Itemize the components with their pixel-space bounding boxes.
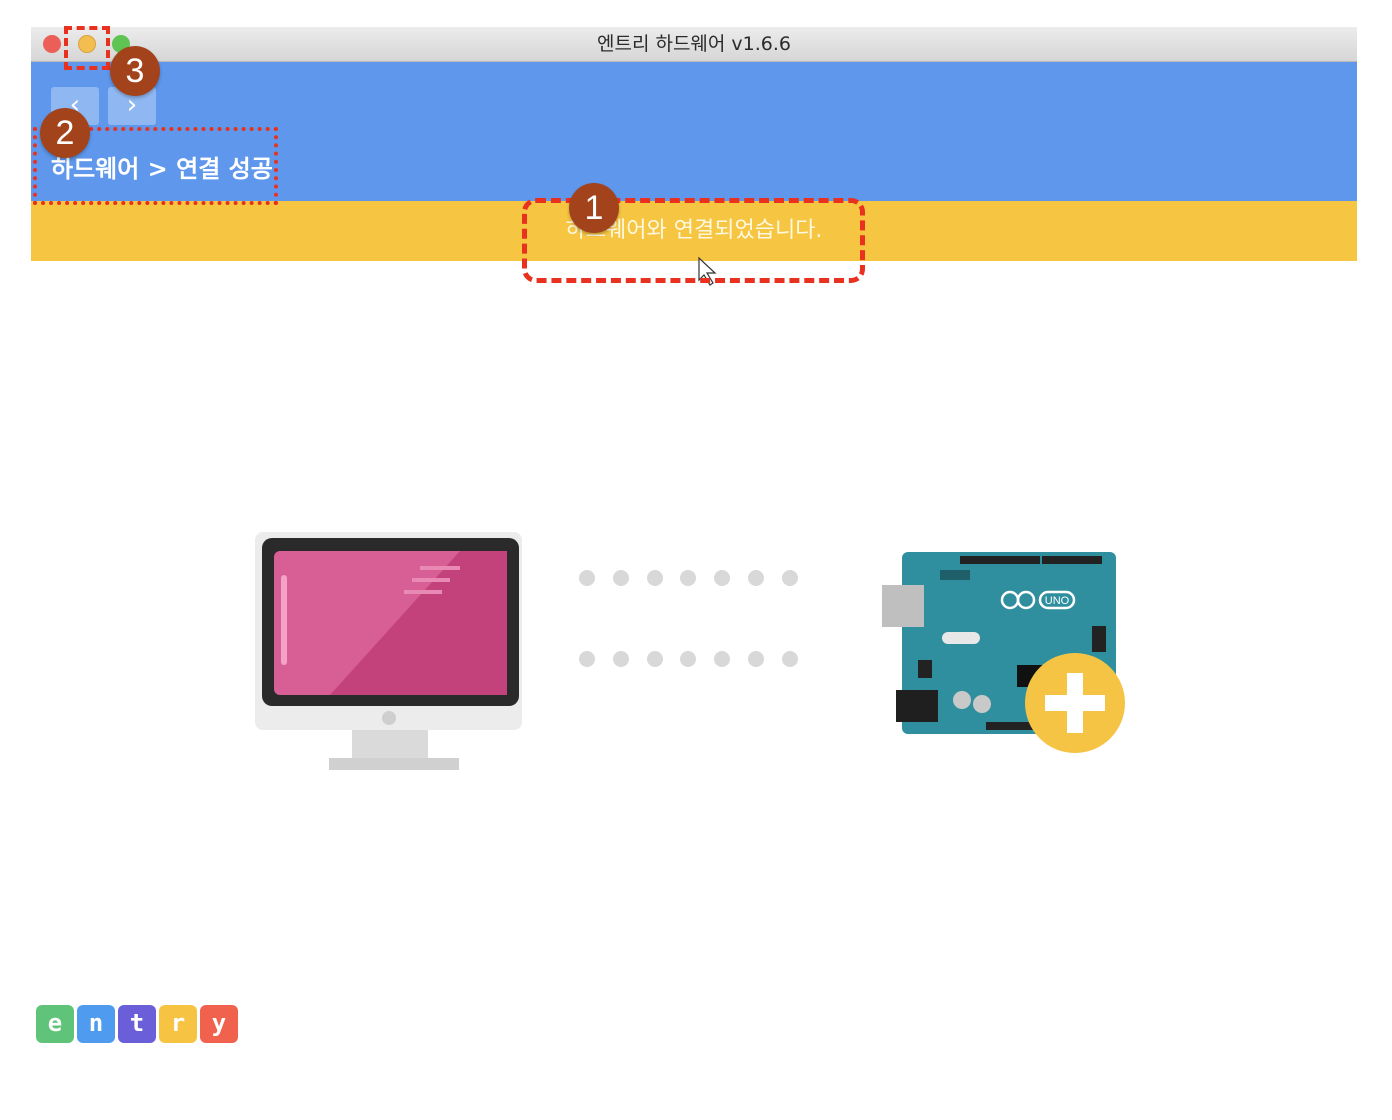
annotation-box-3 — [64, 26, 110, 70]
plus-icon — [1025, 653, 1125, 753]
entry-logo: e n t r y — [36, 1005, 238, 1043]
logo-letter-y: y — [200, 1005, 238, 1043]
logo-letter-e: e — [36, 1005, 74, 1043]
annotation-badge-1: 1 — [569, 183, 619, 233]
logo-letter-r: r — [159, 1005, 197, 1043]
connection-dots — [579, 570, 798, 667]
logo-letter-t: t — [118, 1005, 156, 1043]
logo-letter-n: n — [77, 1005, 115, 1043]
monitor-icon — [255, 532, 522, 770]
board-logo-text: UNO — [1045, 595, 1070, 607]
annotation-badge-2: 2 — [40, 108, 90, 158]
annotation-badge-3: 3 — [110, 46, 160, 96]
